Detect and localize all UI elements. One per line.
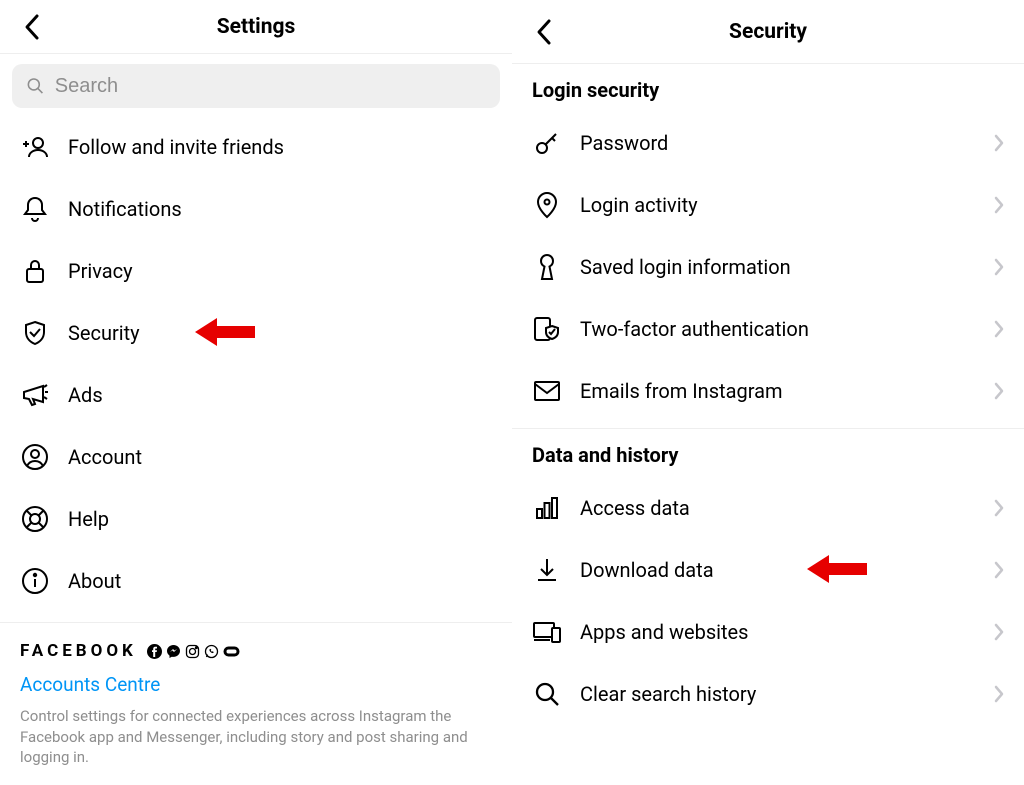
chevron-right-icon [994, 499, 1004, 517]
item-label: Help [68, 507, 492, 531]
item-label: Two-factor authentication [580, 317, 976, 341]
devices-icon [532, 617, 562, 647]
item-saved-login[interactable]: Saved login information [512, 236, 1024, 298]
whatsapp-icon [204, 644, 219, 659]
item-label: Apps and websites [580, 620, 976, 644]
footer: FACEBOOK Accounts Centre Control setting… [0, 622, 512, 785]
chevron-right-icon [994, 196, 1004, 214]
chevron-right-icon [994, 320, 1004, 338]
search-icon [532, 679, 562, 709]
item-label: Saved login information [580, 255, 976, 279]
instagram-icon [185, 644, 200, 659]
bell-icon [20, 194, 50, 224]
section-data-history: Data and history [512, 429, 1024, 477]
info-icon [20, 566, 50, 596]
download-icon [532, 555, 562, 585]
item-label: Follow and invite friends [68, 135, 492, 159]
settings-list: Follow and invite friends Notifications … [0, 116, 512, 612]
item-clear-search[interactable]: Clear search history [512, 663, 1024, 725]
device-shield-icon [532, 314, 562, 344]
back-button[interactable] [530, 18, 558, 46]
megaphone-icon [20, 380, 50, 410]
item-privacy[interactable]: Privacy [0, 240, 512, 302]
security-header: Security [512, 0, 1024, 64]
item-label: Clear search history [580, 682, 976, 706]
footer-description: Control settings for connected experienc… [20, 706, 492, 767]
item-access-data[interactable]: Access data [512, 477, 1024, 539]
item-label: Ads [68, 383, 492, 407]
mail-icon [532, 376, 562, 406]
settings-header: Settings [0, 0, 512, 54]
location-pin-icon [532, 190, 562, 220]
settings-pane: Settings Follow and invite friends Notif… [0, 0, 512, 785]
section-login-security: Login security [512, 64, 1024, 112]
key-icon [532, 128, 562, 158]
page-title: Settings [217, 15, 296, 39]
keyhole-icon [532, 252, 562, 282]
lock-icon [20, 256, 50, 286]
page-title: Security [729, 20, 807, 44]
item-label: About [68, 569, 492, 593]
user-circle-icon [20, 442, 50, 472]
security-pane: Security Login security Password Login a… [512, 0, 1024, 785]
search-field[interactable] [12, 64, 500, 108]
item-label: Login activity [580, 193, 976, 217]
chevron-right-icon [994, 561, 1004, 579]
add-user-icon [20, 132, 50, 162]
item-password[interactable]: Password [512, 112, 1024, 174]
item-label: Privacy [68, 259, 492, 283]
facebook-app-icons [147, 644, 240, 659]
data-history-list: Access data Download data Apps and websi… [512, 477, 1024, 725]
item-about[interactable]: About [0, 550, 512, 612]
item-download-data[interactable]: Download data [512, 539, 1024, 601]
shield-check-icon [20, 318, 50, 348]
chevron-left-icon [535, 18, 553, 46]
oculus-icon [223, 646, 240, 657]
item-login-activity[interactable]: Login activity [512, 174, 1024, 236]
item-label: Access data [580, 496, 976, 520]
item-label: Notifications [68, 197, 492, 221]
item-notifications[interactable]: Notifications [0, 178, 512, 240]
chevron-right-icon [994, 382, 1004, 400]
item-help[interactable]: Help [0, 488, 512, 550]
item-label: Password [580, 131, 976, 155]
facebook-icon [147, 644, 162, 659]
facebook-brand-row: FACEBOOK [20, 641, 492, 661]
item-label: Download data [580, 558, 976, 582]
chevron-right-icon [994, 685, 1004, 703]
item-apps-websites[interactable]: Apps and websites [512, 601, 1024, 663]
search-input[interactable] [55, 75, 486, 98]
lifebuoy-icon [20, 504, 50, 534]
item-follow-invite[interactable]: Follow and invite friends [0, 116, 512, 178]
item-label: Security [68, 321, 492, 345]
bar-chart-icon [532, 493, 562, 523]
login-security-list: Password Login activity Saved login info… [512, 112, 1024, 422]
item-two-factor[interactable]: Two-factor authentication [512, 298, 1024, 360]
item-emails[interactable]: Emails from Instagram [512, 360, 1024, 422]
chevron-right-icon [994, 134, 1004, 152]
accounts-centre-link[interactable]: Accounts Centre [20, 673, 492, 696]
item-security[interactable]: Security [0, 302, 512, 364]
item-ads[interactable]: Ads [0, 364, 512, 426]
facebook-wordmark: FACEBOOK [20, 641, 137, 661]
chevron-right-icon [994, 258, 1004, 276]
item-account[interactable]: Account [0, 426, 512, 488]
back-button[interactable] [18, 13, 46, 41]
chevron-left-icon [23, 13, 41, 41]
messenger-icon [166, 644, 181, 659]
search-icon [26, 76, 45, 96]
item-label: Account [68, 445, 492, 469]
item-label: Emails from Instagram [580, 379, 976, 403]
search-container [0, 54, 512, 116]
chevron-right-icon [994, 623, 1004, 641]
